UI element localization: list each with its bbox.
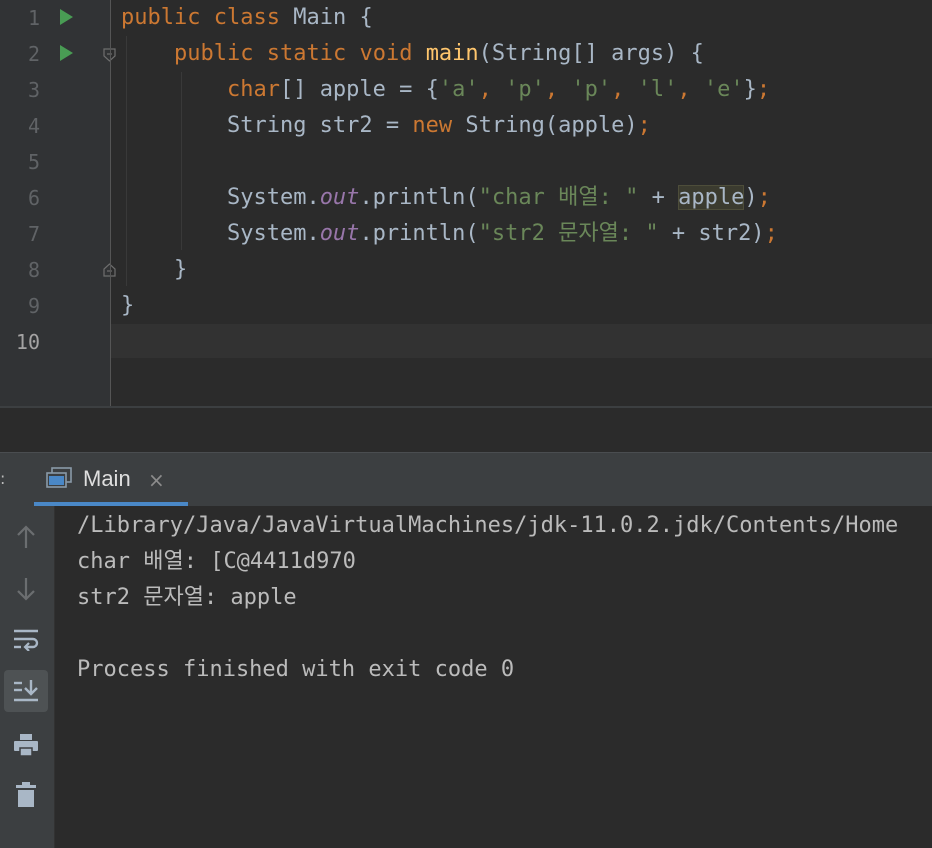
char-literal: 'a' bbox=[438, 77, 479, 102]
console-window-icon bbox=[46, 467, 72, 488]
char-literal: 'p' bbox=[505, 77, 545, 102]
tab-main[interactable]: Main × bbox=[34, 453, 188, 506]
comma: , bbox=[611, 77, 638, 102]
current-line-highlight bbox=[111, 324, 932, 358]
code-line-3: char[] apple = {'a', 'p', 'p', 'l', 'e'}… bbox=[121, 72, 770, 108]
code-editor[interactable]: 1 2 3 4 5 6 7 8 9 10 public class Main {… bbox=[0, 0, 932, 408]
up-arrow-icon[interactable] bbox=[4, 516, 48, 558]
code-line-8: } bbox=[121, 252, 187, 288]
editor-gutter: 1 2 3 4 5 6 7 8 9 10 bbox=[0, 0, 116, 408]
code-text: String(apple) bbox=[452, 113, 638, 138]
tab-overflow-icon[interactable]: : bbox=[0, 469, 5, 488]
trash-icon[interactable] bbox=[4, 774, 48, 816]
console-line: char 배열: [C@4411d970 bbox=[77, 549, 356, 574]
method-name: main bbox=[425, 41, 479, 66]
code-text: System. bbox=[226, 185, 320, 210]
code-line-6: System.out.println("char 배열: " + apple); bbox=[121, 180, 771, 216]
down-arrow-icon[interactable] bbox=[4, 568, 48, 610]
panel-gap bbox=[0, 408, 932, 452]
line-number: 5 bbox=[27, 150, 40, 174]
print-icon[interactable] bbox=[4, 724, 48, 766]
line-number: 8 bbox=[27, 258, 40, 282]
line-number: 1 bbox=[27, 6, 40, 30]
console-toolbar bbox=[0, 506, 55, 848]
keyword: public bbox=[173, 41, 254, 66]
char-literal: 'l' bbox=[637, 77, 678, 102]
code-text: + str2) bbox=[658, 221, 765, 246]
comma: , bbox=[677, 77, 704, 102]
code-text: { bbox=[346, 5, 373, 30]
comma: , bbox=[478, 77, 506, 102]
run-class-icon[interactable] bbox=[60, 9, 73, 25]
char-literal: 'p' bbox=[571, 77, 612, 102]
line-number: 2 bbox=[27, 42, 40, 66]
code-text: } bbox=[173, 257, 188, 282]
run-main-icon[interactable] bbox=[60, 45, 73, 61]
code-text: .println( bbox=[359, 185, 479, 210]
code-text: System. bbox=[226, 221, 320, 246]
console-line: /Library/Java/JavaVirtualMachines/jdk-11… bbox=[77, 513, 899, 538]
tab-label: Main bbox=[83, 466, 131, 491]
keyword: static bbox=[266, 41, 347, 66]
line-number: 3 bbox=[27, 78, 40, 102]
semicolon: ; bbox=[756, 77, 771, 102]
class-name: Main bbox=[293, 5, 347, 30]
code-text: } bbox=[121, 293, 135, 318]
line-number: 4 bbox=[27, 114, 40, 138]
code-line-9: } bbox=[121, 288, 134, 324]
code-line-1: public class Main { bbox=[121, 0, 373, 36]
keyword: class bbox=[213, 5, 280, 30]
comma: , bbox=[544, 77, 572, 102]
highlighted-identifier[interactable]: apple bbox=[678, 185, 745, 210]
console-line: str2 문자열: apple bbox=[77, 585, 297, 610]
code-text: String str2 = bbox=[226, 113, 413, 138]
semicolon: ; bbox=[764, 221, 778, 246]
code-line-4: String str2 = new String(apple); bbox=[121, 108, 651, 144]
static-field: out bbox=[319, 185, 360, 210]
string-literal: "str2 문자열: " bbox=[478, 221, 659, 246]
code-line-2: public static void main(String[] args) { bbox=[121, 36, 704, 72]
code-text: } bbox=[743, 77, 757, 102]
keyword: public bbox=[121, 5, 201, 30]
static-field: out bbox=[319, 221, 360, 246]
run-panel: /Library/Java/JavaVirtualMachines/jdk-11… bbox=[0, 506, 932, 848]
code-line-7: System.out.println("str2 문자열: " + str2); bbox=[121, 216, 778, 252]
string-literal: "char 배열: " bbox=[478, 185, 639, 210]
keyword: new bbox=[412, 113, 453, 138]
code-text: [] apple = { bbox=[279, 77, 439, 102]
line-number: 6 bbox=[27, 186, 40, 210]
char-literal: 'e' bbox=[703, 77, 744, 102]
console-line: Process finished with exit code 0 bbox=[77, 657, 515, 682]
line-number: 7 bbox=[27, 222, 40, 246]
code-text: (String[] args) { bbox=[478, 41, 704, 66]
soft-wrap-icon[interactable] bbox=[4, 618, 48, 660]
scroll-to-end-icon[interactable] bbox=[4, 670, 48, 712]
line-number: 9 bbox=[27, 294, 40, 318]
keyword: void bbox=[359, 41, 413, 66]
semicolon: ; bbox=[757, 185, 771, 210]
keyword: char bbox=[226, 77, 280, 102]
code-text: + bbox=[638, 185, 679, 210]
line-number-current: 10 bbox=[15, 330, 40, 354]
code-text: ) bbox=[744, 185, 758, 210]
code-text: .println( bbox=[359, 221, 479, 246]
semicolon: ; bbox=[637, 113, 651, 138]
close-icon[interactable]: × bbox=[148, 468, 165, 492]
run-tab-bar: : Main × bbox=[0, 452, 932, 507]
